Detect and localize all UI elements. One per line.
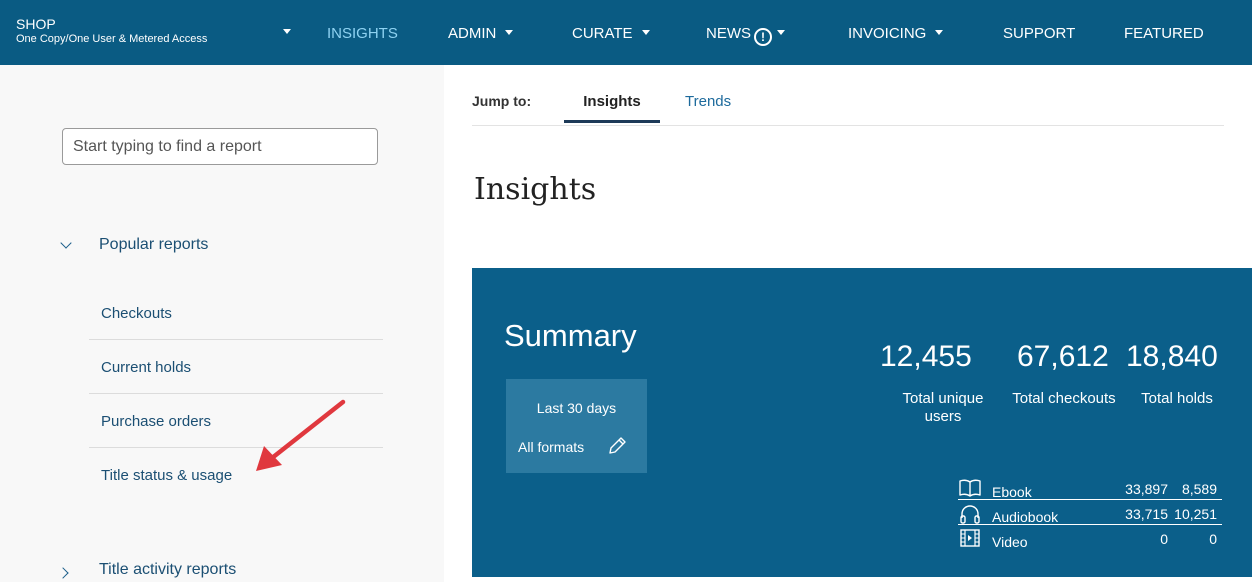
nav-news[interactable]: NEWS! bbox=[706, 25, 785, 46]
format-name: Ebook bbox=[992, 484, 1032, 500]
chevron-down-icon bbox=[641, 30, 650, 35]
pencil-icon[interactable] bbox=[606, 435, 628, 457]
chevron-down-icon bbox=[505, 30, 514, 35]
nav-invoicing[interactable]: INVOICING bbox=[848, 25, 944, 43]
format-checkouts: 33,897 bbox=[1125, 481, 1168, 497]
active-tab-indicator bbox=[564, 120, 660, 123]
summary-title: Summary bbox=[504, 318, 637, 353]
format-holds: 0 bbox=[1209, 531, 1217, 547]
stat-value: 12,455 bbox=[880, 340, 972, 373]
jump-to-label: Jump to: bbox=[472, 93, 532, 109]
sidebar-item-checkouts[interactable]: Checkouts bbox=[89, 286, 383, 340]
nav-insights[interactable]: INSIGHTS bbox=[327, 25, 398, 43]
nav-curate-label: CURATE bbox=[572, 25, 633, 42]
stat-label: Total holds bbox=[1141, 390, 1213, 407]
summary-filter-box[interactable]: Last 30 days All formats bbox=[506, 379, 647, 473]
shop-selector[interactable]: SHOP One Copy/One User & Metered Access bbox=[16, 17, 207, 45]
summary-card: Summary Last 30 days All formats 12,455 … bbox=[472, 268, 1252, 577]
report-sidebar: Popular reports Checkouts Current holds … bbox=[0, 65, 444, 582]
top-navigation-bar: SHOP One Copy/One User & Metered Access … bbox=[0, 0, 1252, 65]
stat-value: 67,612 bbox=[1017, 340, 1109, 373]
stat-label: Total checkouts bbox=[1012, 390, 1116, 407]
format-name: Video bbox=[992, 534, 1028, 550]
shop-dropdown-caret-icon[interactable] bbox=[283, 29, 291, 34]
format-row-video: Video 0 0 bbox=[958, 528, 1222, 550]
sidebar-item-current-holds[interactable]: Current holds bbox=[89, 340, 383, 394]
annotation-arrow-icon bbox=[256, 399, 346, 471]
film-icon bbox=[960, 529, 980, 547]
format-checkouts: 0 bbox=[1160, 531, 1168, 547]
nav-support-label: SUPPORT bbox=[1003, 25, 1076, 42]
nav-curate[interactable]: CURATE bbox=[572, 25, 650, 43]
chevron-right-icon[interactable] bbox=[57, 567, 69, 579]
nav-featured[interactable]: FEATURED bbox=[1124, 25, 1204, 43]
section-popular-reports[interactable]: Popular reports bbox=[99, 236, 208, 254]
book-icon bbox=[959, 479, 981, 497]
page-title: Insights bbox=[474, 172, 597, 207]
chevron-down-icon bbox=[777, 30, 785, 35]
format-holds: 10,251 bbox=[1174, 506, 1217, 522]
tab-trends[interactable]: Trends bbox=[685, 93, 731, 110]
format-row-audiobook: Audiobook 33,715 10,251 bbox=[958, 503, 1222, 525]
section-title-activity-reports[interactable]: Title activity reports bbox=[99, 561, 236, 579]
nav-admin-label: ADMIN bbox=[448, 25, 497, 42]
tab-divider bbox=[472, 125, 1224, 126]
format-checkouts: 33,715 bbox=[1125, 506, 1168, 522]
filter-date-range: Last 30 days bbox=[536, 400, 617, 416]
nav-insights-label: INSIGHTS bbox=[327, 25, 398, 42]
format-row-ebook: Ebook 33,897 8,589 bbox=[958, 478, 1222, 500]
nav-featured-label: FEATURED bbox=[1124, 25, 1204, 42]
nav-news-label: NEWS bbox=[706, 25, 751, 42]
format-name: Audiobook bbox=[992, 509, 1059, 525]
alert-circle-icon: ! bbox=[754, 28, 772, 46]
shop-subtitle: One Copy/One User & Metered Access bbox=[16, 33, 208, 45]
stat-value: 18,840 bbox=[1126, 340, 1218, 373]
filter-formats: All formats bbox=[518, 439, 585, 455]
chevron-down-icon[interactable] bbox=[60, 237, 72, 249]
headphones-icon bbox=[960, 505, 980, 524]
nav-admin[interactable]: ADMIN bbox=[448, 25, 514, 43]
format-holds: 8,589 bbox=[1181, 481, 1217, 497]
chevron-down-icon bbox=[935, 30, 944, 35]
tab-insights[interactable]: Insights bbox=[564, 93, 660, 110]
report-search-input[interactable] bbox=[62, 128, 378, 165]
shop-title: SHOP bbox=[16, 16, 56, 32]
stat-label: Total unique users bbox=[902, 390, 984, 425]
nav-invoicing-label: INVOICING bbox=[848, 25, 927, 42]
nav-support[interactable]: SUPPORT bbox=[1003, 25, 1075, 43]
